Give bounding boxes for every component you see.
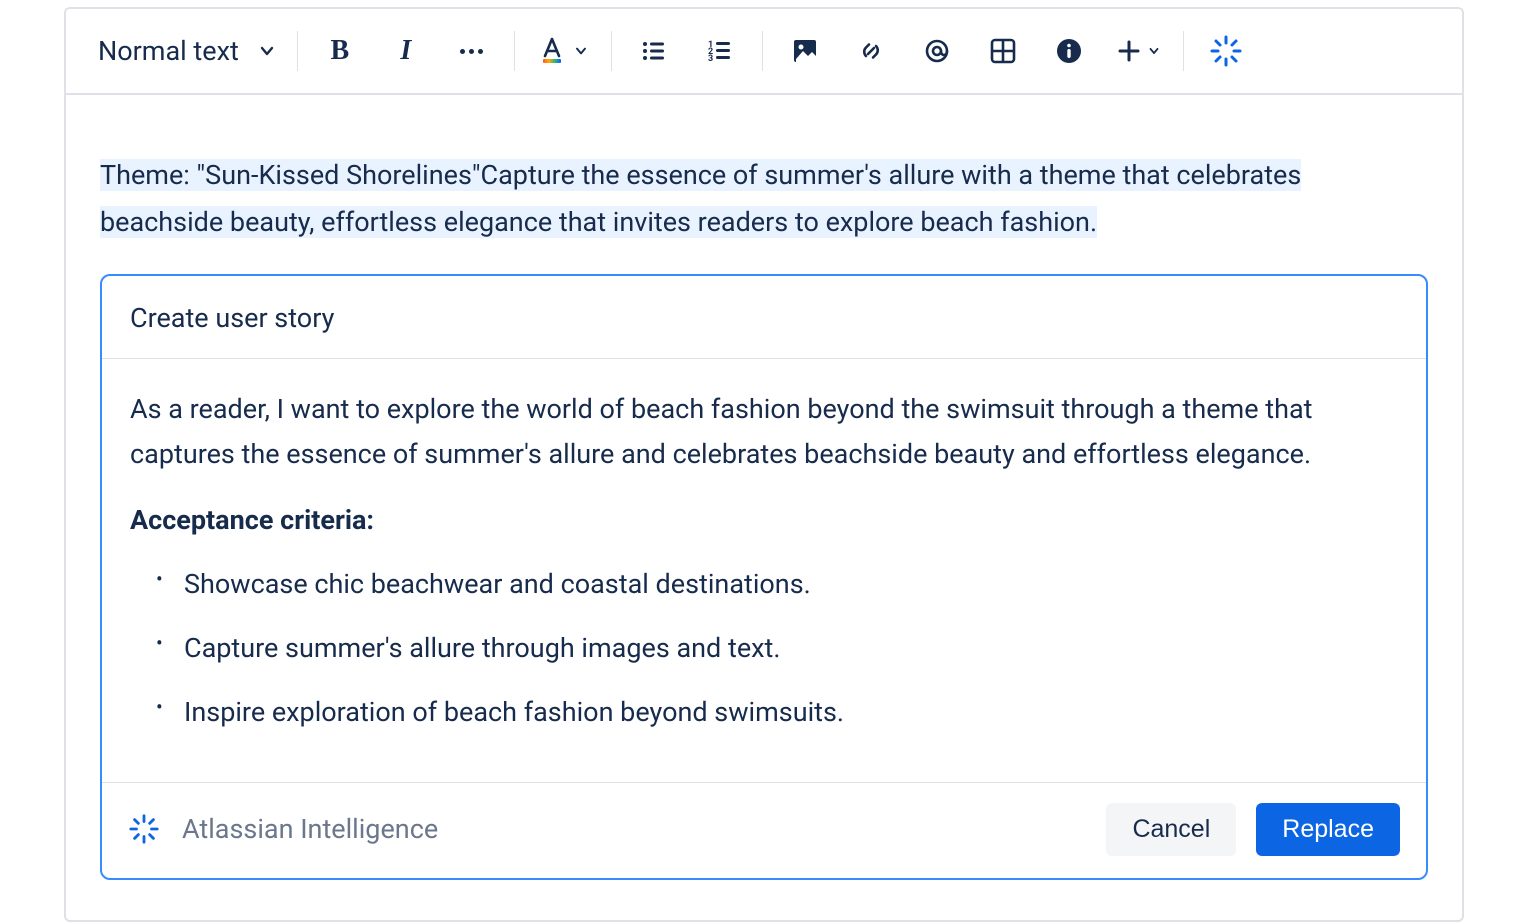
bullet-list-button[interactable] bbox=[634, 31, 674, 71]
text-style-dropdown[interactable]: Normal text bbox=[74, 35, 297, 67]
chevron-down-icon bbox=[573, 43, 589, 59]
chevron-down-icon bbox=[257, 41, 277, 61]
cancel-button[interactable]: Cancel bbox=[1106, 803, 1236, 856]
acceptance-criteria-list: Showcase chic beachwear and coastal dest… bbox=[162, 562, 1398, 736]
ai-panel-body: As a reader, I want to explore the world… bbox=[102, 359, 1426, 783]
image-icon bbox=[791, 37, 819, 65]
ai-panel-title: Create user story bbox=[102, 276, 1426, 359]
ai-panel-footer: Atlassian Intelligence Cancel Replace bbox=[102, 783, 1426, 878]
text-color-icon bbox=[537, 36, 567, 66]
more-formatting-button[interactable] bbox=[452, 31, 492, 71]
mention-button[interactable] bbox=[917, 31, 957, 71]
table-icon bbox=[989, 37, 1017, 65]
ai-panel: Create user story As a reader, I want to… bbox=[100, 274, 1428, 880]
numbered-list-icon: 1 2 3 bbox=[705, 36, 735, 66]
atlassian-intelligence-button[interactable] bbox=[1206, 31, 1246, 71]
editor-container: Normal text B I bbox=[64, 7, 1464, 922]
replace-button[interactable]: Replace bbox=[1256, 803, 1400, 856]
ai-brand: Atlassian Intelligence bbox=[128, 813, 438, 845]
editor-content[interactable]: Theme: "Sun-Kissed Shorelines"Capture th… bbox=[66, 95, 1462, 920]
text-color-button[interactable] bbox=[537, 31, 589, 71]
svg-text:3: 3 bbox=[708, 54, 713, 64]
at-icon bbox=[922, 36, 952, 66]
image-button[interactable] bbox=[785, 31, 825, 71]
list-item: Capture summer's allure through images a… bbox=[162, 626, 1398, 672]
link-icon bbox=[856, 36, 886, 66]
more-icon bbox=[460, 49, 483, 54]
atlassian-intelligence-icon bbox=[1209, 34, 1243, 68]
ai-story-text: As a reader, I want to explore the world… bbox=[130, 387, 1398, 479]
info-icon bbox=[1054, 36, 1084, 66]
insert-button[interactable] bbox=[1115, 31, 1161, 71]
acceptance-criteria-heading: Acceptance criteria: bbox=[130, 498, 1398, 544]
ai-brand-label: Atlassian Intelligence bbox=[182, 813, 438, 845]
atlassian-intelligence-icon bbox=[128, 813, 160, 845]
italic-button[interactable]: I bbox=[386, 31, 426, 71]
numbered-list-button[interactable]: 1 2 3 bbox=[700, 31, 740, 71]
link-button[interactable] bbox=[851, 31, 891, 71]
list-item: Inspire exploration of beach fashion bey… bbox=[162, 690, 1398, 736]
chevron-down-icon bbox=[1147, 44, 1161, 58]
bold-button[interactable]: B bbox=[320, 31, 360, 71]
text-style-label: Normal text bbox=[98, 35, 239, 67]
table-button[interactable] bbox=[983, 31, 1023, 71]
list-item: Showcase chic beachwear and coastal dest… bbox=[162, 562, 1398, 608]
plus-icon bbox=[1115, 37, 1143, 65]
info-button[interactable] bbox=[1049, 31, 1089, 71]
bullet-list-icon bbox=[639, 36, 669, 66]
editor-toolbar: Normal text B I bbox=[66, 9, 1462, 95]
selected-text[interactable]: Theme: "Sun-Kissed Shorelines"Capture th… bbox=[100, 152, 1428, 247]
